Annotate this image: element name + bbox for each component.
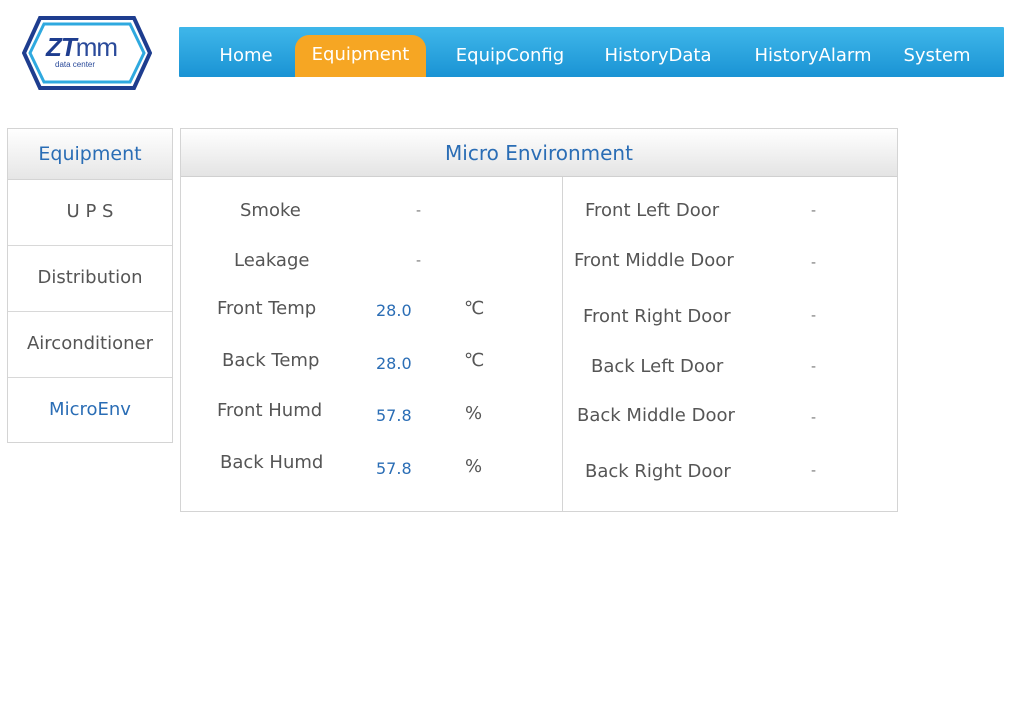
front-humd-value: 57.8: [376, 406, 412, 425]
nav-home[interactable]: Home: [204, 36, 288, 68]
micro-environment-panel: Micro Environment Smoke - Leakage - Fron…: [180, 128, 898, 512]
back-humd-value: 57.8: [376, 459, 412, 478]
front-middle-door-label: Front Middle Door: [574, 250, 734, 271]
logo-thin: mm: [75, 32, 118, 62]
smoke-label: Smoke: [240, 200, 301, 221]
back-humd-unit: %: [465, 456, 483, 477]
front-temp-value: 28.0: [376, 301, 412, 320]
back-right-door-label: Back Right Door: [585, 461, 731, 482]
logo-subtitle: data center: [55, 60, 96, 69]
back-temp-label: Back Temp: [222, 350, 320, 371]
side-menu-title: Equipment: [8, 129, 172, 180]
logo-main: ZT: [46, 32, 77, 62]
side-item-distribution[interactable]: Distribution: [8, 246, 172, 312]
front-left-door-label: Front Left Door: [585, 200, 720, 221]
logo: ZTmm data center: [21, 14, 153, 92]
nav-system[interactable]: System: [893, 36, 981, 68]
side-item-microenv[interactable]: MicroEnv: [8, 378, 172, 443]
nav-equipment[interactable]: Equipment: [295, 35, 426, 77]
front-temp-label: Front Temp: [217, 298, 317, 319]
panel-divider: [562, 177, 563, 511]
back-temp-value: 28.0: [376, 354, 412, 373]
front-right-door-value: -: [811, 308, 817, 324]
side-item-ups[interactable]: U P S: [8, 180, 172, 246]
leakage-label: Leakage: [234, 250, 310, 271]
front-humd-unit: %: [465, 403, 483, 424]
front-temp-unit: ℃: [464, 298, 485, 319]
leakage-value: -: [416, 253, 422, 269]
top-nav: Home Equipment EquipConfig HistoryData H…: [179, 27, 1004, 77]
nav-historydata[interactable]: HistoryData: [593, 36, 723, 68]
nav-historyalarm[interactable]: HistoryAlarm: [741, 36, 885, 68]
smoke-value: -: [416, 203, 422, 219]
front-humd-label: Front Humd: [217, 400, 323, 421]
back-humd-label: Back Humd: [220, 452, 324, 473]
front-left-door-value: -: [811, 203, 817, 219]
front-right-door-label: Front Right Door: [583, 306, 731, 327]
back-left-door-label: Back Left Door: [591, 356, 724, 377]
back-middle-door-label: Back Middle Door: [577, 405, 735, 426]
back-middle-door-value: -: [811, 410, 817, 426]
panel-title: Micro Environment: [181, 129, 897, 177]
back-left-door-value: -: [811, 359, 817, 375]
side-item-airconditioner[interactable]: Airconditioner: [8, 312, 172, 378]
back-right-door-value: -: [811, 463, 817, 479]
back-temp-unit: ℃: [464, 350, 485, 371]
front-middle-door-value: -: [811, 255, 817, 271]
logo-text: ZTmm: [46, 32, 118, 63]
side-menu: Equipment U P S Distribution Airconditio…: [7, 128, 173, 443]
nav-equipconfig[interactable]: EquipConfig: [445, 36, 575, 68]
